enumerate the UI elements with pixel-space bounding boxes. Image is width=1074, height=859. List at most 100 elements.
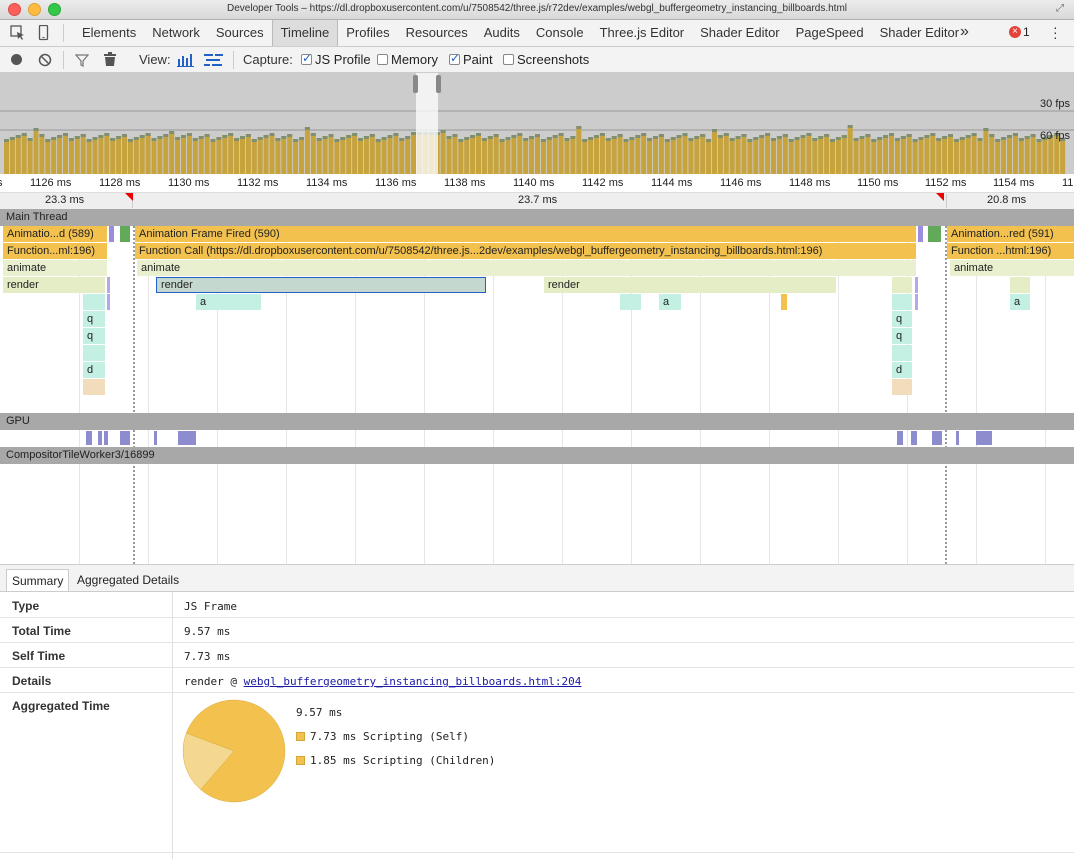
gpu-task[interactable]	[911, 431, 917, 445]
tab-profiles[interactable]: Profiles	[338, 20, 397, 46]
frame-bar[interactable]	[747, 139, 753, 174]
frame-bar[interactable]	[971, 133, 977, 174]
tab-pagespeed[interactable]: PageSpeed	[788, 20, 872, 46]
function-call-event[interactable]: Function...ml:196)	[3, 243, 107, 259]
gpu-task[interactable]	[120, 431, 130, 445]
tab-three-js-editor[interactable]: Three.js Editor	[592, 20, 693, 46]
frame-bar[interactable]	[723, 133, 729, 174]
frame-bar[interactable]	[753, 137, 759, 174]
event-block[interactable]	[109, 226, 114, 242]
animation-frame-event[interactable]: Animation...red (591)	[947, 226, 1074, 242]
tab-timeline[interactable]: Timeline	[271, 20, 339, 46]
frame-bar[interactable]	[175, 137, 181, 174]
frame-bar[interactable]	[599, 133, 605, 174]
frame-bar[interactable]	[582, 139, 588, 174]
frame-bar[interactable]	[458, 139, 464, 174]
q-call[interactable]: q	[83, 328, 105, 344]
frame-bar[interactable]	[80, 134, 86, 174]
animation-frame-event[interactable]: Animatio...d (589)	[3, 226, 107, 242]
function-call-event[interactable]: Function ...html:196)	[947, 243, 1074, 259]
frame-bar[interactable]	[405, 136, 411, 174]
frame-bar[interactable]	[352, 133, 358, 174]
frame-bar[interactable]	[617, 134, 623, 174]
frame-bar[interactable]	[74, 136, 80, 174]
frame-bar[interactable]	[68, 138, 74, 174]
frame-bar[interactable]	[399, 138, 405, 174]
main-thread-header[interactable]: Main Thread	[0, 209, 1074, 226]
frame-bar[interactable]	[151, 138, 157, 174]
frame-bar[interactable]	[900, 136, 906, 174]
frame-bar[interactable]	[682, 133, 688, 174]
timeline-overview[interactable]: 30 fps 60 fps	[0, 73, 1074, 174]
frame-bar[interactable]	[670, 137, 676, 174]
frame-bar[interactable]	[859, 136, 865, 174]
tab-resources[interactable]: Resources	[398, 20, 476, 46]
frame-bar[interactable]	[564, 138, 570, 174]
frame-bar[interactable]	[942, 136, 948, 174]
frame-bar[interactable]	[245, 134, 251, 174]
frame-bar[interactable]	[1007, 135, 1012, 174]
frame-bar[interactable]	[375, 139, 381, 174]
frame-bar[interactable]	[1036, 139, 1042, 174]
frame-bar[interactable]	[641, 133, 647, 174]
frame-bar[interactable]	[481, 138, 487, 174]
frame-bar[interactable]	[653, 136, 658, 174]
gpu-header[interactable]: GPU	[0, 413, 1074, 430]
frame-bar[interactable]	[529, 136, 535, 174]
frame-bar[interactable]	[340, 137, 346, 174]
frame-bar[interactable]	[204, 134, 210, 174]
frame-bar[interactable]	[33, 128, 39, 174]
frame-bar[interactable]	[263, 135, 269, 174]
frame-bar[interactable]	[369, 134, 375, 174]
gpu-task[interactable]	[956, 431, 959, 445]
record-button[interactable]	[11, 54, 22, 65]
frame-bar[interactable]	[222, 135, 228, 174]
frame-bar[interactable]	[4, 139, 9, 174]
tab-shader-editor[interactable]: Shader Editor	[872, 20, 968, 46]
frame-bar[interactable]	[1030, 134, 1036, 174]
frame-bar[interactable]	[163, 134, 169, 174]
frame-bar[interactable]	[133, 137, 139, 174]
frame-bar[interactable]	[358, 138, 363, 174]
frame-bar[interactable]	[676, 135, 682, 174]
q-call[interactable]: q	[892, 328, 912, 344]
tab-console[interactable]: Console	[528, 20, 592, 46]
call-block[interactable]	[892, 379, 912, 395]
frame-bar[interactable]	[977, 138, 983, 174]
frame-bar[interactable]	[540, 139, 546, 174]
call-block[interactable]	[892, 345, 912, 361]
events-view-icon[interactable]	[204, 54, 224, 66]
render-call[interactable]: render	[3, 277, 105, 293]
frame-bar[interactable]	[1060, 138, 1066, 174]
frame-bar[interactable]	[393, 133, 399, 174]
error-count[interactable]: 1	[1023, 25, 1030, 39]
frame-bar[interactable]	[658, 134, 664, 174]
tab-aggregated-details[interactable]: Aggregated Details	[72, 569, 184, 591]
frame-bar[interactable]	[63, 133, 68, 174]
frame-bar[interactable]	[228, 133, 234, 174]
animate-call[interactable]: animate	[3, 260, 107, 276]
frame-bar[interactable]	[700, 134, 706, 174]
frame-bar[interactable]	[234, 138, 240, 174]
frame-bar[interactable]	[535, 134, 540, 174]
filter-icon[interactable]	[74, 53, 90, 67]
fullscreen-icon[interactable]: ⤢	[1056, 3, 1068, 15]
frame-bar[interactable]	[717, 135, 723, 174]
frame-bar[interactable]	[251, 139, 257, 174]
frame-bar[interactable]	[517, 133, 523, 174]
frame-bar[interactable]	[558, 133, 564, 174]
gpu-task[interactable]	[897, 431, 903, 445]
paint-event[interactable]	[120, 226, 130, 242]
call-block[interactable]	[107, 277, 110, 293]
frame-bar[interactable]	[552, 135, 558, 174]
frame-bar[interactable]	[45, 139, 51, 174]
q-call[interactable]: q	[892, 311, 912, 327]
frame-bar[interactable]	[304, 127, 310, 174]
frame-bar[interactable]	[240, 136, 245, 174]
frame-bar[interactable]	[1018, 138, 1024, 174]
frame-bar[interactable]	[505, 137, 511, 174]
frame-bar[interactable]	[145, 133, 151, 174]
frame-bar[interactable]	[694, 136, 700, 174]
call-block[interactable]	[915, 277, 918, 293]
a-call[interactable]: a	[196, 294, 261, 310]
